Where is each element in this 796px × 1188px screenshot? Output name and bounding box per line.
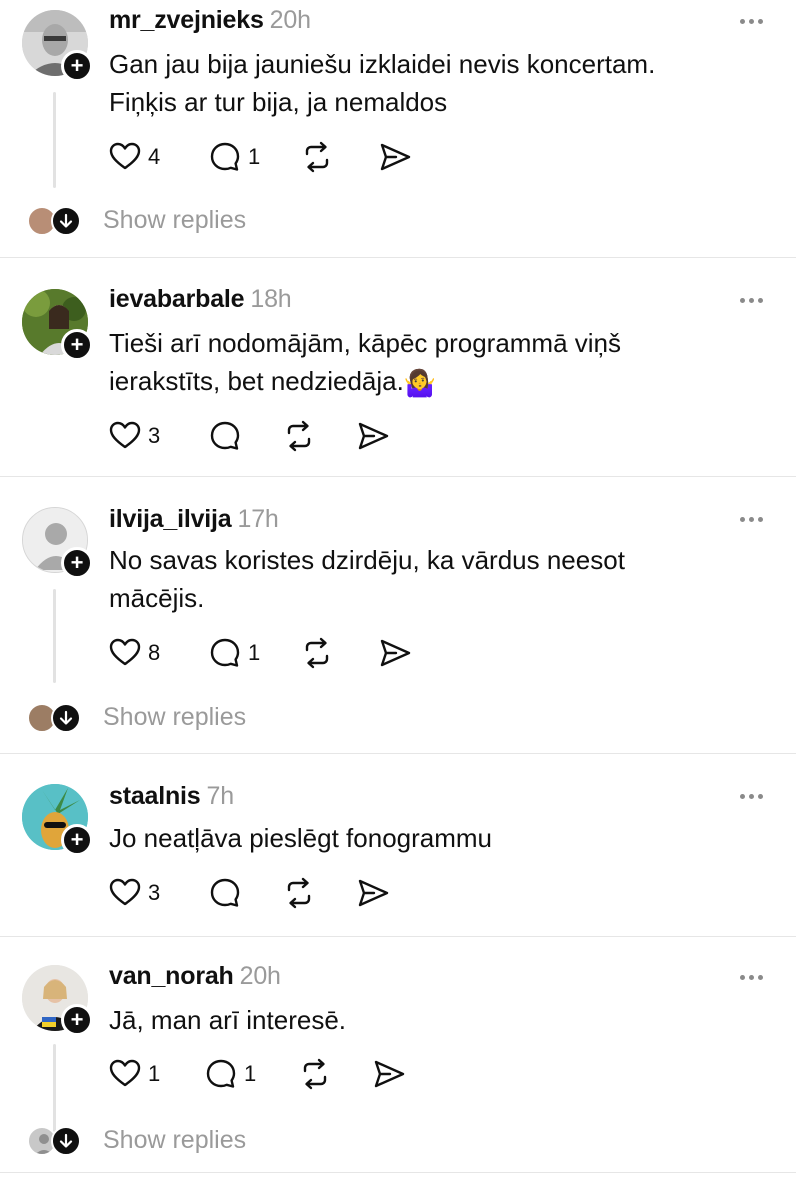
post-text-line-part: ierakstīts, bet nedziedāja. [109, 366, 404, 396]
reply-button[interactable] [208, 418, 242, 454]
like-count: 1 [148, 1061, 161, 1086]
post-text: Jā, man arī interesē. [109, 1001, 749, 1039]
repost-button[interactable] [282, 875, 316, 911]
post-2: + ievabarbale 18h Tieši arī nodomājām, kā… [0, 258, 796, 477]
reply-count: 1 [248, 640, 261, 665]
more-options-icon[interactable] [740, 794, 763, 799]
show-replies-row[interactable]: Show replies [0, 1119, 796, 1163]
post-text: Tieši arī nodomājām, kāpēc programmā viņ… [109, 324, 749, 402]
username[interactable]: van_norah 20h [109, 962, 281, 991]
post-text-line: Gan jau bija jauniešu izklaidei nevis ko… [109, 49, 656, 79]
thread-line [53, 92, 56, 188]
repost-button[interactable] [300, 635, 334, 671]
share-button[interactable] [372, 1056, 406, 1092]
arrow-down-icon [51, 206, 81, 236]
post-text-line: Jo neatļāva pieslēgt fonogrammu [109, 823, 493, 853]
like-button[interactable]: 3 [108, 418, 160, 454]
post-3: + ilvija_ilvija 17h No savas koristes dzi… [0, 477, 796, 754]
like-count: 8 [148, 640, 161, 665]
post-5: + van_norah 20h Jā, man arī interesē. 1 1… [0, 937, 796, 1173]
share-button[interactable] [356, 418, 390, 454]
show-replies-link[interactable]: Show replies [103, 703, 246, 732]
reply-count: 1 [248, 144, 261, 169]
share-button[interactable] [378, 139, 412, 175]
send-icon [358, 879, 389, 907]
post-text-line: Jā, man arī interesē. [109, 1005, 346, 1035]
username[interactable]: staalnis 7h [109, 782, 234, 811]
show-replies-link[interactable]: Show replies [103, 206, 246, 235]
comment-icon [206, 1059, 236, 1088]
heart-icon [109, 421, 141, 449]
post-text-line: No savas koristes dzirdēju, ka vārdus ne… [109, 545, 625, 575]
send-icon [374, 1060, 405, 1088]
show-replies-row[interactable]: Show replies [0, 696, 796, 740]
arrow-down-icon [51, 1126, 81, 1156]
more-options-icon[interactable] [740, 975, 763, 980]
repost-icon [303, 1058, 327, 1090]
comment-icon [210, 421, 240, 450]
username[interactable]: mr_zvejnieks 20h [109, 6, 311, 35]
show-replies-link[interactable]: Show replies [103, 1126, 246, 1155]
follow-plus-icon[interactable]: + [61, 1004, 93, 1036]
post-1: + mr_zvejnieks 20h Gan jau bija jauniešu … [0, 0, 796, 258]
comment-icon [210, 878, 240, 907]
heart-icon [109, 638, 141, 666]
like-button[interactable]: 3 [108, 875, 160, 911]
send-icon [358, 422, 389, 450]
heart-icon [109, 878, 141, 906]
more-options-icon[interactable] [740, 19, 763, 24]
send-icon [380, 639, 411, 667]
thread-line [53, 589, 56, 683]
reply-button[interactable]: 1 [208, 635, 260, 671]
like-button[interactable]: 1 [108, 1056, 160, 1092]
heart-icon [109, 142, 141, 170]
username[interactable]: ilvija_ilvija 17h [109, 505, 279, 534]
post-text: Gan jau bija jauniešu izklaidei nevis ko… [109, 45, 749, 121]
show-replies-row[interactable]: Show replies [0, 199, 796, 243]
post-text-line: mācējis. [109, 583, 205, 613]
timestamp: 20h [269, 6, 311, 34]
timestamp: 7h [206, 782, 235, 810]
follow-plus-icon[interactable]: + [61, 824, 93, 856]
comment-icon [210, 638, 240, 667]
heart-icon [109, 1059, 141, 1087]
like-count: 4 [148, 144, 161, 169]
repost-icon [287, 877, 311, 909]
more-options-icon[interactable] [740, 298, 763, 303]
arrow-down-icon [51, 703, 81, 733]
reply-button[interactable]: 1 [204, 1056, 256, 1092]
more-options-icon[interactable] [740, 517, 763, 522]
repost-icon [305, 637, 329, 669]
repost-icon [287, 420, 311, 452]
send-icon [380, 143, 411, 171]
repost-button[interactable] [300, 139, 334, 175]
like-count: 3 [148, 423, 161, 448]
like-button[interactable]: 8 [108, 635, 160, 671]
repost-button[interactable] [298, 1056, 332, 1092]
reply-button[interactable] [208, 875, 242, 911]
post-text: No savas koristes dzirdēju, ka vārdus ne… [109, 541, 749, 617]
post-4: + staalnis 7h Jo neatļāva pieslēgt fonogr… [0, 754, 796, 937]
post-text-line: Tieši arī nodomājām, kāpēc programmā viņ… [109, 328, 622, 358]
post-text-line: ierakstīts, bet nedziedāja.🤷‍♀️ [109, 362, 749, 402]
post-text: Jo neatļāva pieslēgt fonogrammu [109, 819, 749, 857]
comment-icon [210, 142, 240, 171]
timestamp: 18h [250, 285, 292, 313]
reply-count: 1 [244, 1061, 257, 1086]
follow-plus-icon[interactable]: + [61, 547, 93, 579]
share-button[interactable] [378, 635, 412, 671]
repost-icon [305, 141, 329, 173]
timestamp: 20h [239, 962, 281, 990]
timestamp: 17h [237, 505, 279, 533]
shrug-emoji: 🤷‍♀️ [403, 368, 437, 399]
share-button[interactable] [356, 875, 390, 911]
username[interactable]: ievabarbale 18h [109, 285, 292, 314]
repost-button[interactable] [282, 418, 316, 454]
follow-plus-icon[interactable]: + [61, 329, 93, 361]
post-text-line: Fiņķis ar tur bija, ja nemaldos [109, 87, 448, 117]
like-count: 3 [148, 880, 161, 905]
like-button[interactable]: 4 [108, 139, 160, 175]
reply-button[interactable]: 1 [208, 139, 260, 175]
follow-plus-icon[interactable]: + [61, 50, 93, 82]
